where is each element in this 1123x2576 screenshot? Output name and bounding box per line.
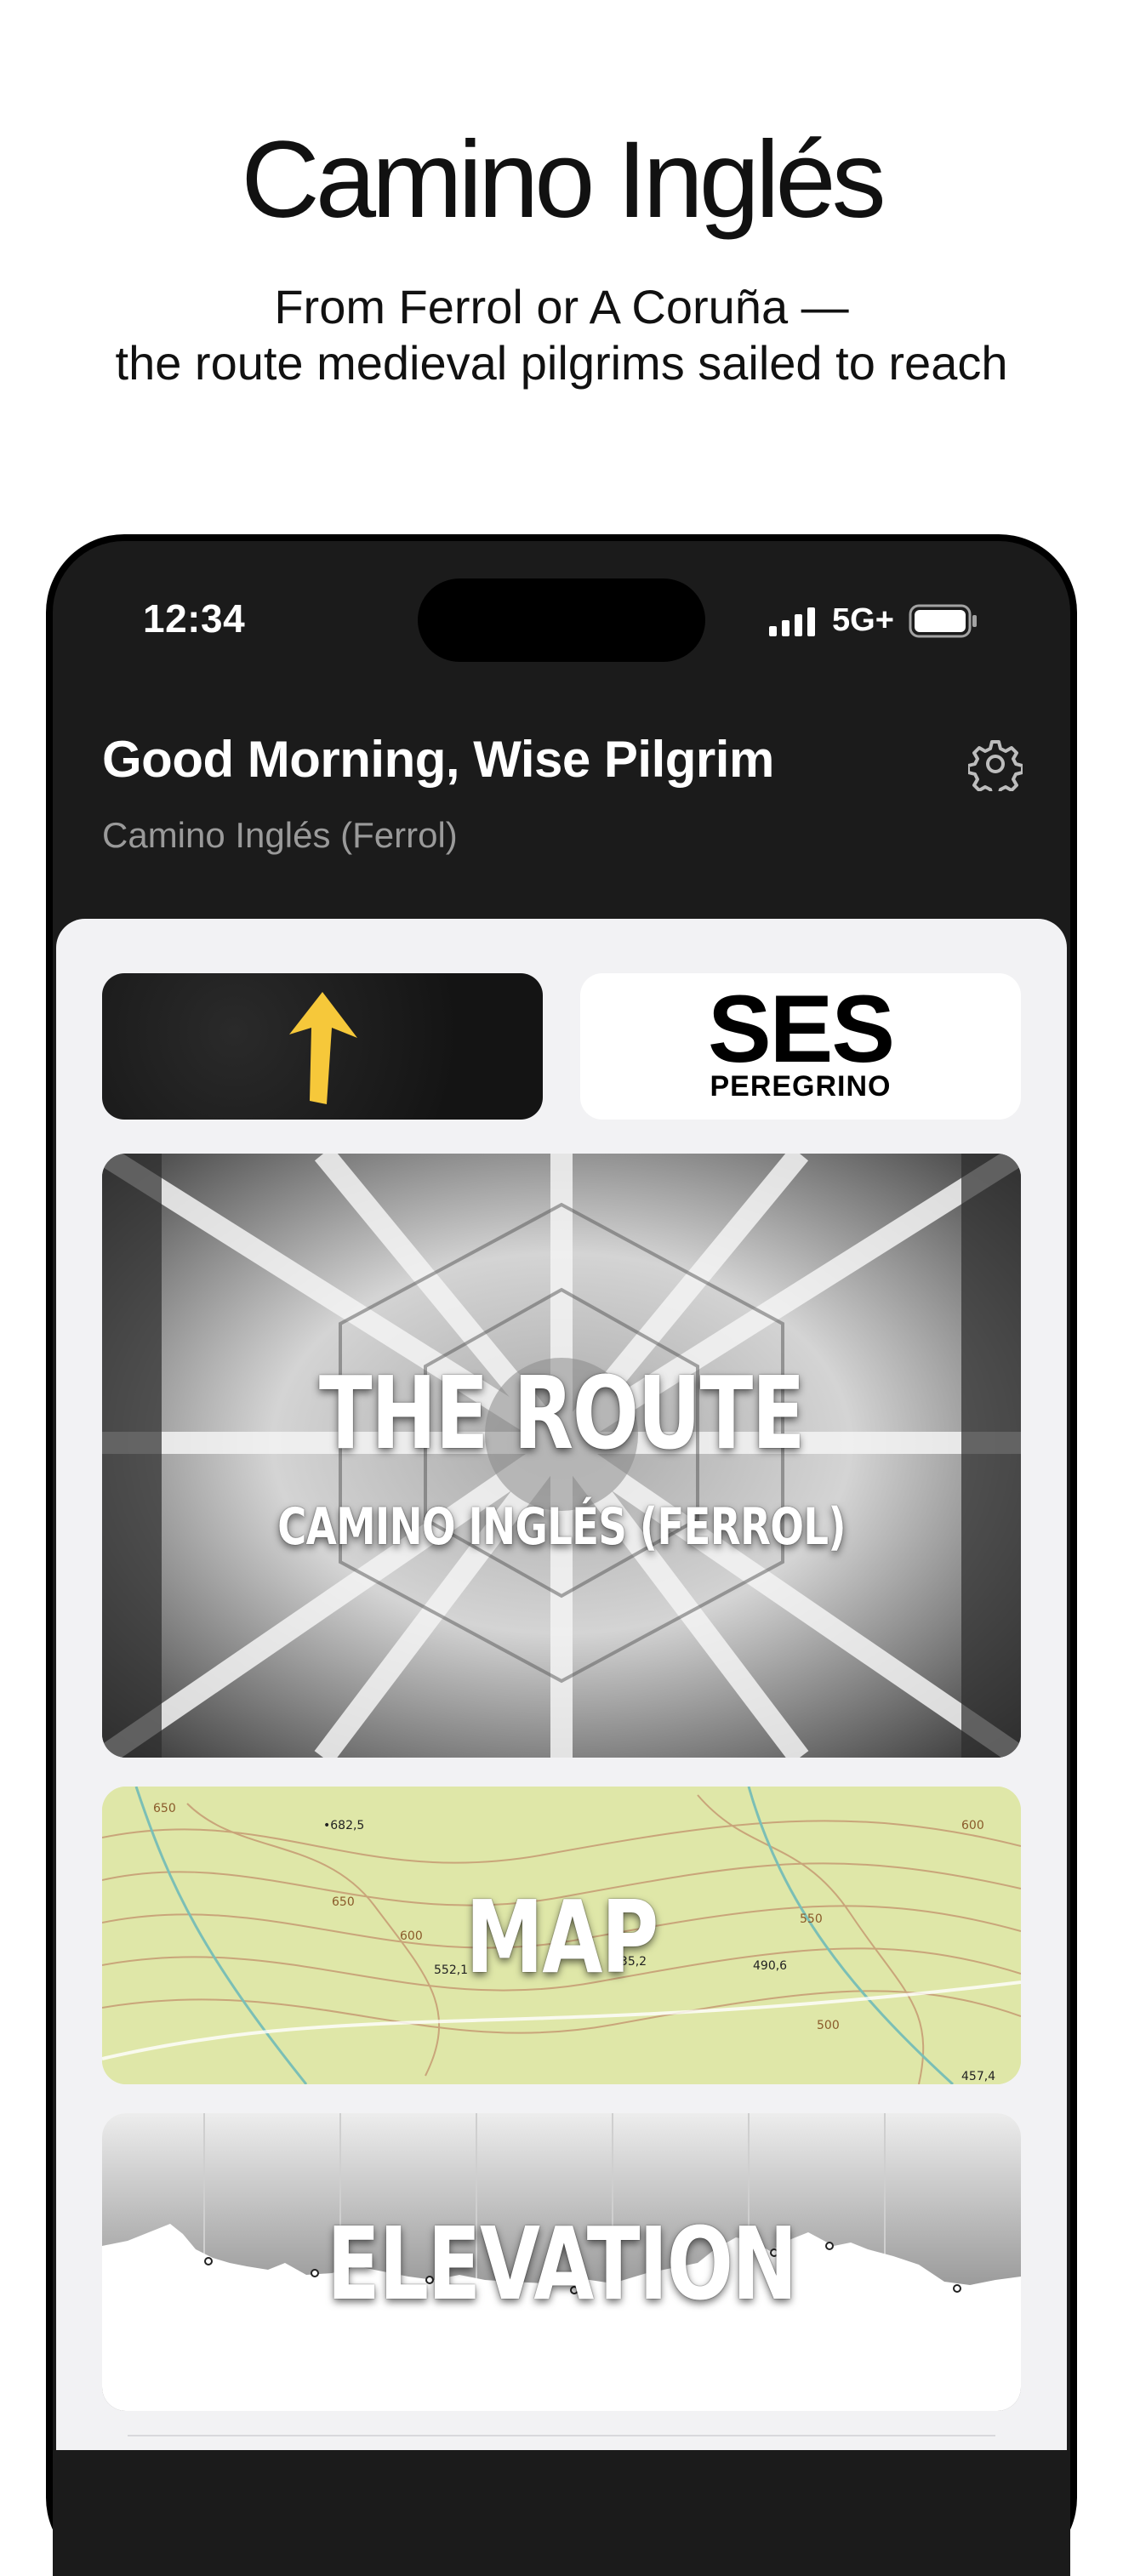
list-divider	[128, 2435, 995, 2436]
map-card[interactable]: 650 •682,5 650 600 552,1 535,2 490,6 550…	[102, 1787, 1021, 2084]
map-label: 650	[153, 1802, 176, 1815]
yellow-arrow-up-icon	[289, 992, 357, 1104]
elevation-card[interactable]: ELEVATION	[102, 2113, 1021, 2411]
map-card-title: MAP	[465, 1878, 658, 1996]
hero-subtitle-line1: From Ferrol or A Coruña —	[274, 280, 849, 333]
gear-icon[interactable]	[968, 737, 1023, 791]
signal-icon	[769, 607, 815, 636]
map-label: 600	[961, 1819, 984, 1832]
current-route-label: Camino Inglés (Ferrol)	[102, 815, 458, 855]
map-label: 500	[817, 2019, 840, 2032]
hero-subtitle: From Ferrol or A Coruña — the route medi…	[0, 279, 1123, 391]
camino-arrow-tile[interactable]	[102, 973, 543, 1120]
hero-subtitle-line2: the route medieval pilgrims sailed to re…	[115, 336, 1008, 390]
route-card-subtitle: CAMINO INGLÉS (FERROL)	[277, 1497, 847, 1557]
ses-peregrino-tile[interactable]: SES PEREGRINO	[580, 973, 1021, 1120]
route-card[interactable]: THE ROUTE CAMINO INGLÉS (FERROL)	[102, 1154, 1021, 1758]
greeting-title: Good Morning, Wise Pilgrim	[102, 731, 774, 788]
map-label: •682,5	[323, 1819, 364, 1832]
hero-title: Camino Inglés	[241, 119, 886, 241]
dynamic-island	[418, 578, 705, 662]
ses-logo-subtext: PEREGRINO	[710, 1070, 892, 1103]
status-time: 12:34	[143, 596, 246, 641]
elevation-card-title: ELEVATION	[327, 2205, 797, 2322]
ses-logo-text: SES	[707, 976, 895, 1082]
battery-icon	[909, 604, 977, 638]
route-card-title: THE ROUTE	[318, 1354, 806, 1472]
map-label: 457,4	[961, 2070, 995, 2083]
network-label: 5G+	[832, 602, 894, 638]
